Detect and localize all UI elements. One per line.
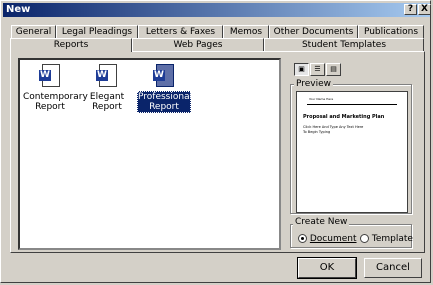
preview-doc-header: Your Name Here: [309, 97, 334, 101]
word-document-icon: W: [153, 64, 175, 89]
large-icons-view-button[interactable]: ▣: [294, 63, 309, 76]
preview-image: Your Name Here Proposal and Marketing Pl…: [296, 91, 408, 213]
template-radio[interactable]: Template: [360, 234, 413, 244]
tab-letters-faxes[interactable]: Letters & Faxes: [138, 25, 223, 38]
template-list[interactable]: W Contemporary Report W Elegant Report W P…: [18, 58, 281, 250]
tab-reports[interactable]: Reports: [10, 38, 132, 52]
tab-publications[interactable]: Publications: [358, 25, 424, 38]
new-dialog: New ? X General Legal Pleadings Letters …: [0, 0, 431, 283]
tab-legal-pleadings[interactable]: Legal Pleadings: [56, 25, 138, 38]
radio-dot: [360, 234, 369, 243]
preview-label: Preview: [294, 79, 334, 89]
preview-doc-body: Click Here And Type Any Text Here To Beg…: [303, 125, 364, 134]
template-contemporary-report[interactable]: W Contemporary Report: [22, 64, 88, 113]
tab-general[interactable]: General: [11, 25, 56, 38]
preview-rule: [307, 104, 397, 105]
preview-doc-title: Proposal and Marketing Plan: [303, 114, 385, 120]
help-button[interactable]: ?: [404, 4, 417, 15]
title-bar: New: [3, 3, 430, 17]
ok-button[interactable]: OK: [297, 257, 357, 279]
word-document-icon: W: [39, 64, 61, 89]
tab-other-documents[interactable]: Other Documents: [269, 25, 358, 38]
document-radio[interactable]: Document: [298, 234, 357, 244]
details-view-button[interactable]: ▤: [326, 63, 341, 76]
close-button[interactable]: X: [418, 4, 431, 15]
word-document-icon: W: [96, 64, 118, 89]
tab-student-templates[interactable]: Student Templates: [264, 38, 424, 51]
create-new-label: Create New: [293, 217, 350, 227]
window-title: New: [6, 4, 31, 15]
tab-web-pages[interactable]: Web Pages: [132, 38, 264, 51]
radio-dot: [298, 234, 307, 243]
template-professional-report[interactable]: W Professional Report: [137, 64, 192, 113]
cancel-button[interactable]: Cancel: [364, 258, 422, 278]
template-elegant-report[interactable]: W Elegant Report: [82, 64, 132, 113]
tab-memos[interactable]: Memos: [223, 25, 269, 38]
list-view-button[interactable]: ☰: [310, 63, 325, 76]
